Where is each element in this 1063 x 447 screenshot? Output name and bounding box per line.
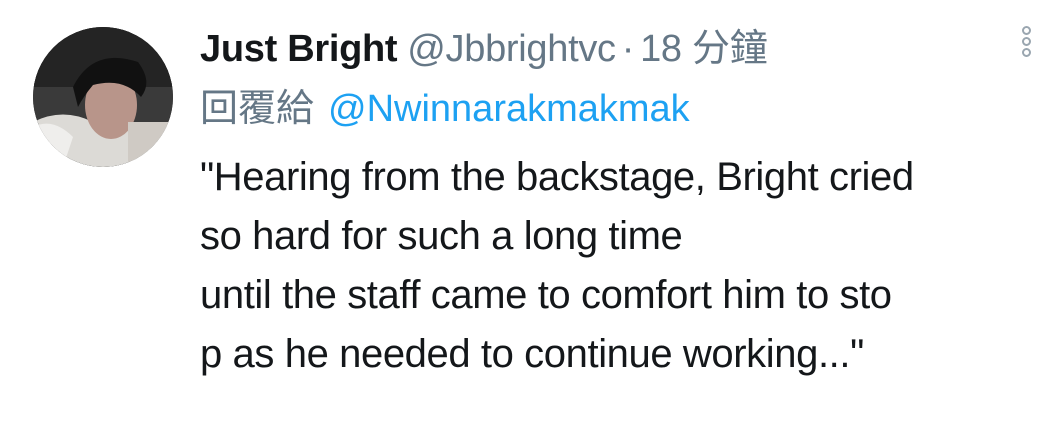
- tweet-text: "Hearing from the backstage, Bright crie…: [200, 148, 1050, 384]
- avatar[interactable]: [33, 27, 173, 167]
- reply-prefix: 回覆給: [200, 88, 315, 130]
- reply-context: 回覆給 @Nwinnarakmakmak: [200, 84, 690, 134]
- avatar-photo: [33, 27, 173, 167]
- display-name[interactable]: Just Bright: [200, 28, 398, 70]
- tweet-text-line: "Hearing from the backstage, Bright crie…: [200, 155, 914, 199]
- separator-dot: ·: [621, 28, 635, 70]
- user-handle[interactable]: @Jbbrightvc: [407, 28, 616, 70]
- tweet-text-line: so hard for such a long time: [200, 214, 683, 258]
- more-options-icon[interactable]: [1016, 26, 1036, 68]
- tweet-text-line: until the staff came to comfort him to s…: [200, 273, 892, 317]
- tweet[interactable]: Just Bright @Jbbrightvc · 18 分鐘 回覆給 @Nwinnar…: [0, 0, 1063, 447]
- reply-to-mention[interactable]: @Nwinnarakmakmak: [328, 88, 690, 130]
- tweet-header: Just Bright @Jbbrightvc · 18 分鐘: [200, 24, 768, 74]
- timestamp[interactable]: 18 分鐘: [640, 28, 768, 70]
- tweet-text-line: p as he needed to continue working...": [200, 332, 864, 376]
